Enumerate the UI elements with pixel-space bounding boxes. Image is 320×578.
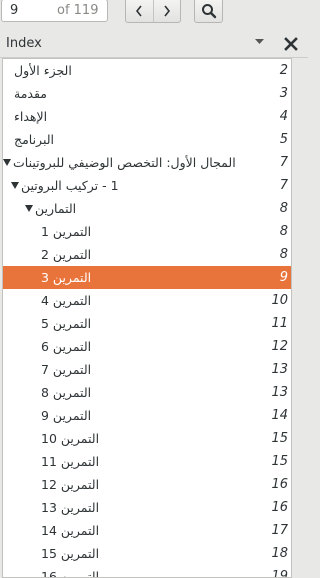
index-row[interactable]: التمرين 4 10: [3, 289, 291, 312]
index-row[interactable]: الجزء الأول 2: [3, 59, 291, 82]
index-entry-page: 15: [271, 431, 288, 446]
index-entry-title: التمرين 4: [41, 293, 92, 308]
index-entry-title: الجزء الأول: [14, 63, 72, 78]
index-entry-page: 12: [271, 339, 288, 354]
index-entry-title: التمارين: [35, 201, 77, 216]
next-page-button[interactable]: [152, 0, 181, 22]
index-row[interactable]: التمرين 11 15: [3, 450, 291, 473]
expander-arrow-icon[interactable]: [3, 159, 11, 166]
index-entry-page: 16: [271, 477, 288, 492]
search-icon: [201, 3, 216, 18]
index-entry-page: 9: [279, 270, 288, 285]
index-entry-title: التمرين 5: [41, 316, 92, 331]
index-entry-title: التمرين 2: [41, 247, 92, 262]
close-sidebar-button[interactable]: [283, 36, 299, 52]
expander-arrow-icon[interactable]: [11, 182, 19, 189]
index-row[interactable]: التمرين 15 18: [3, 542, 291, 565]
index-entry-title: التمرين 3: [41, 270, 92, 285]
index-entry-title: التمرين 8: [41, 385, 92, 400]
index-entry-title: التمرين 14: [41, 523, 100, 538]
index-entry-page: 13: [271, 362, 288, 377]
index-entry-title: البرنامج: [14, 132, 55, 147]
index-entry-title: التمرين 12: [41, 477, 100, 492]
index-entry-page: 11: [271, 316, 288, 331]
index-entry-page: 8: [279, 201, 288, 216]
index-entry-page: 16: [271, 500, 288, 515]
index-entry-page: 18: [271, 546, 288, 561]
index-row[interactable]: التمرين 12 16: [3, 473, 291, 496]
index-row[interactable]: البرنامج 5: [3, 128, 291, 151]
toolbar: of 119: [0, 0, 308, 31]
index-entry-page: 5: [279, 132, 288, 147]
page-count-label: of 119: [57, 3, 99, 18]
index-entry-page: 7: [279, 178, 288, 193]
index-row[interactable]: التمرين 6 12: [3, 335, 291, 358]
search-button[interactable]: [194, 0, 223, 23]
index-row[interactable]: 1 - تركيب البروتين 7: [3, 174, 291, 197]
index-entry-title: التمرين 6: [41, 339, 92, 354]
index-row[interactable]: التمرين 16 19: [3, 565, 291, 578]
previous-page-button[interactable]: [126, 0, 153, 22]
index-entry-page: 8: [279, 224, 288, 239]
page-navigation: [125, 0, 181, 23]
index-row[interactable]: التمرين 8 13: [3, 381, 291, 404]
index-row[interactable]: التمرين 3 9: [3, 266, 291, 289]
sidebar-title[interactable]: Index: [6, 36, 42, 51]
index-entry-page: 2: [279, 63, 288, 78]
sidebar-header: Index: [0, 31, 308, 58]
index-entry-title: التمرين 1: [41, 224, 92, 239]
dropdown-arrow-icon[interactable]: [255, 39, 264, 45]
index-entry-title: الإهداء: [14, 109, 48, 124]
index-row[interactable]: التمرين 7 13: [3, 358, 291, 381]
index-row[interactable]: التمرين 13 16: [3, 496, 291, 519]
index-row[interactable]: التمرين 14 17: [3, 519, 291, 542]
index-row[interactable]: التمارين 8: [3, 197, 291, 220]
index-entry-title: مقدمة: [14, 86, 47, 101]
chevron-right-icon: [164, 5, 170, 16]
index-row[interactable]: التمرين 10 15: [3, 427, 291, 450]
index-tree[interactable]: الجزء الأول 2 مقدمة 3 الإهداء 4 البرنامج 5 المجا…: [2, 58, 292, 578]
index-entry-title: التمرين 7: [41, 362, 92, 377]
index-entry-title: المجال الأول: التخصص الوضيفي للبروتينات: [13, 155, 236, 170]
index-entry-page: 17: [271, 523, 288, 538]
index-entry-page: 10: [271, 293, 288, 308]
index-entry-page: 4: [279, 109, 288, 124]
expander-arrow-icon[interactable]: [25, 205, 33, 212]
index-row[interactable]: التمرين 5 11: [3, 312, 291, 335]
index-entry-page: 3: [279, 86, 288, 101]
index-entry-page: 7: [279, 155, 288, 170]
scrollbar[interactable]: [293, 58, 308, 576]
index-entry-title: 1 - تركيب البروتين: [21, 178, 119, 193]
index-row[interactable]: التمرين 2 8: [3, 243, 291, 266]
page-number-entry[interactable]: of 119: [1, 0, 108, 22]
index-entry-title: التمرين 10: [41, 431, 100, 446]
chevron-left-icon: [136, 5, 142, 16]
index-entry-page: 14: [271, 408, 288, 423]
index-row[interactable]: الإهداء 4: [3, 105, 291, 128]
page-number-input[interactable]: [10, 2, 50, 19]
index-row[interactable]: المجال الأول: التخصص الوضيفي للبروتينات 7: [3, 151, 291, 174]
index-row[interactable]: التمرين 9 14: [3, 404, 291, 427]
index-entry-title: التمرين 13: [41, 500, 100, 515]
index-entry-title: التمرين 11: [41, 454, 100, 469]
index-entry-page: 8: [279, 247, 288, 262]
index-entry-title: التمرين 15: [41, 546, 100, 561]
index-entry-title: التمرين 9: [41, 408, 92, 423]
index-row[interactable]: مقدمة 3: [3, 82, 291, 105]
index-entry-page: 15: [271, 454, 288, 469]
index-entry-page: 19: [271, 569, 288, 578]
index-entry-title: التمرين 16: [41, 569, 100, 578]
index-entry-page: 13: [271, 385, 288, 400]
index-row[interactable]: التمرين 1 8: [3, 220, 291, 243]
